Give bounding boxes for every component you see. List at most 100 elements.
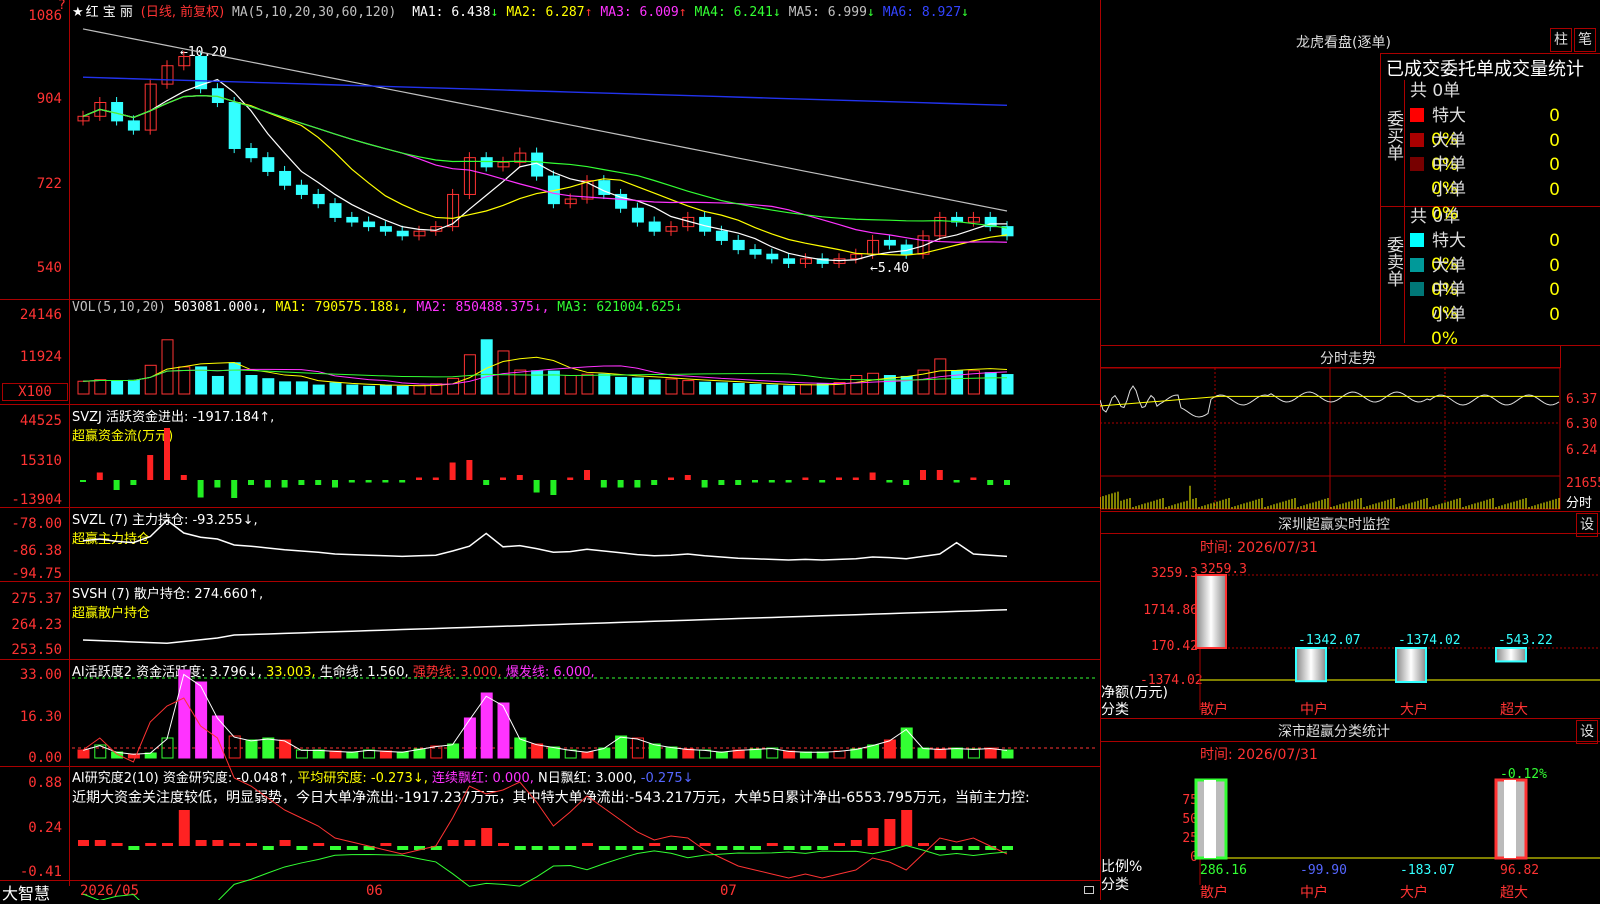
volume-bar <box>951 370 964 395</box>
classify-bar-highlight <box>1504 780 1516 858</box>
volume-bar <box>715 382 728 395</box>
volume-bar <box>262 378 275 395</box>
volume-bar <box>127 379 140 395</box>
volume-bar <box>463 354 476 395</box>
research-bar <box>481 828 493 846</box>
classify-category-label: 大户 <box>1400 884 1428 900</box>
research-bar <box>330 846 341 850</box>
svzj-bar <box>852 477 859 480</box>
candle-body <box>715 230 728 241</box>
activity-bar <box>816 751 829 759</box>
activity-bar <box>279 739 292 759</box>
volume-bar <box>77 380 90 395</box>
svzj-bar <box>600 480 607 488</box>
activity-bar <box>934 748 947 759</box>
research-green-line <box>82 844 1008 900</box>
research-bar <box>716 846 728 850</box>
candle-body <box>262 157 275 172</box>
candle-body <box>111 102 124 122</box>
research-bar <box>279 840 291 846</box>
svzj-bar <box>197 480 204 498</box>
ma-line <box>82 95 1008 229</box>
candle-body <box>346 216 359 223</box>
svzj-bar <box>533 480 540 493</box>
research-bar <box>834 843 845 846</box>
candle-body <box>531 152 544 177</box>
volume-bar <box>228 362 241 395</box>
research-bar <box>1002 846 1013 850</box>
research-bar <box>162 843 173 846</box>
volume-bar <box>598 373 611 395</box>
candle-body <box>312 193 325 205</box>
research-bar <box>682 846 694 850</box>
svzj-bar <box>264 480 271 488</box>
svzj-bar <box>332 480 338 488</box>
monitor-bar <box>1495 647 1527 663</box>
volume-bar <box>413 384 426 395</box>
volume-bar <box>984 372 997 395</box>
svzj-bar <box>785 480 792 483</box>
research-bar <box>750 846 761 850</box>
classify-value-label: -183.07 <box>1400 863 1455 878</box>
svzj-bar <box>80 480 86 482</box>
research-bar <box>78 840 89 846</box>
svzj-bar <box>584 470 590 480</box>
svzj-bar <box>684 475 691 480</box>
activity-bar <box>346 751 359 759</box>
candle-body <box>329 203 342 218</box>
activity-bar <box>262 737 275 759</box>
research-bar <box>817 846 829 850</box>
svzj-bar <box>802 477 809 480</box>
monitor-value-label: -543.22 <box>1498 633 1553 648</box>
monitor-category-label: 中户 <box>1300 701 1328 718</box>
activity-bar <box>900 727 913 759</box>
classify-value-label: 286.16 <box>1200 863 1247 878</box>
svzj-bar <box>516 475 523 480</box>
candle-body <box>245 147 258 159</box>
activity-bar <box>951 747 964 759</box>
monitor-bar <box>1195 574 1227 649</box>
volume-bar <box>346 384 359 395</box>
svzj-bar <box>399 480 406 483</box>
activity-bar <box>497 702 510 759</box>
research-bar <box>632 846 644 850</box>
svzj-bar <box>567 477 574 480</box>
research-bar <box>447 840 459 846</box>
monitor-category-label: 散户 <box>1200 701 1228 718</box>
activity-bar <box>531 743 544 759</box>
activity-bar <box>648 743 661 759</box>
research-bar <box>128 846 140 850</box>
volume-bar <box>211 375 224 395</box>
svzj-bar <box>315 480 322 485</box>
research-bar <box>766 843 778 846</box>
research-bar <box>934 846 946 850</box>
volume-bar <box>111 380 124 395</box>
research-bar <box>615 846 627 850</box>
classify-value-label: 96.82 <box>1500 863 1539 878</box>
activity-bar <box>312 749 325 759</box>
activity-bar <box>581 751 594 759</box>
research-bar <box>666 846 677 850</box>
activity-bar <box>799 751 812 759</box>
volume-bar <box>363 385 376 395</box>
research-bar <box>850 840 862 846</box>
monitor-value-label: -1342.07 <box>1298 633 1361 648</box>
research-bar <box>548 846 560 850</box>
svzj-bar <box>180 475 187 480</box>
activity-bar <box>295 749 308 759</box>
svzj-bar <box>617 480 624 488</box>
svzj-bar <box>231 480 238 498</box>
activity-bar <box>1001 749 1014 759</box>
activity-bar <box>447 743 460 759</box>
research-bar <box>783 846 795 850</box>
svzl-line <box>82 519 1008 561</box>
volume-bar <box>379 384 392 395</box>
research-bar <box>582 843 593 846</box>
research-bar <box>699 843 711 846</box>
research-bar <box>514 846 526 850</box>
research-bar <box>94 840 106 846</box>
svzj-bar <box>634 480 641 488</box>
research-bar <box>212 840 224 846</box>
volume-bar <box>816 383 829 395</box>
research-bar <box>968 846 980 850</box>
